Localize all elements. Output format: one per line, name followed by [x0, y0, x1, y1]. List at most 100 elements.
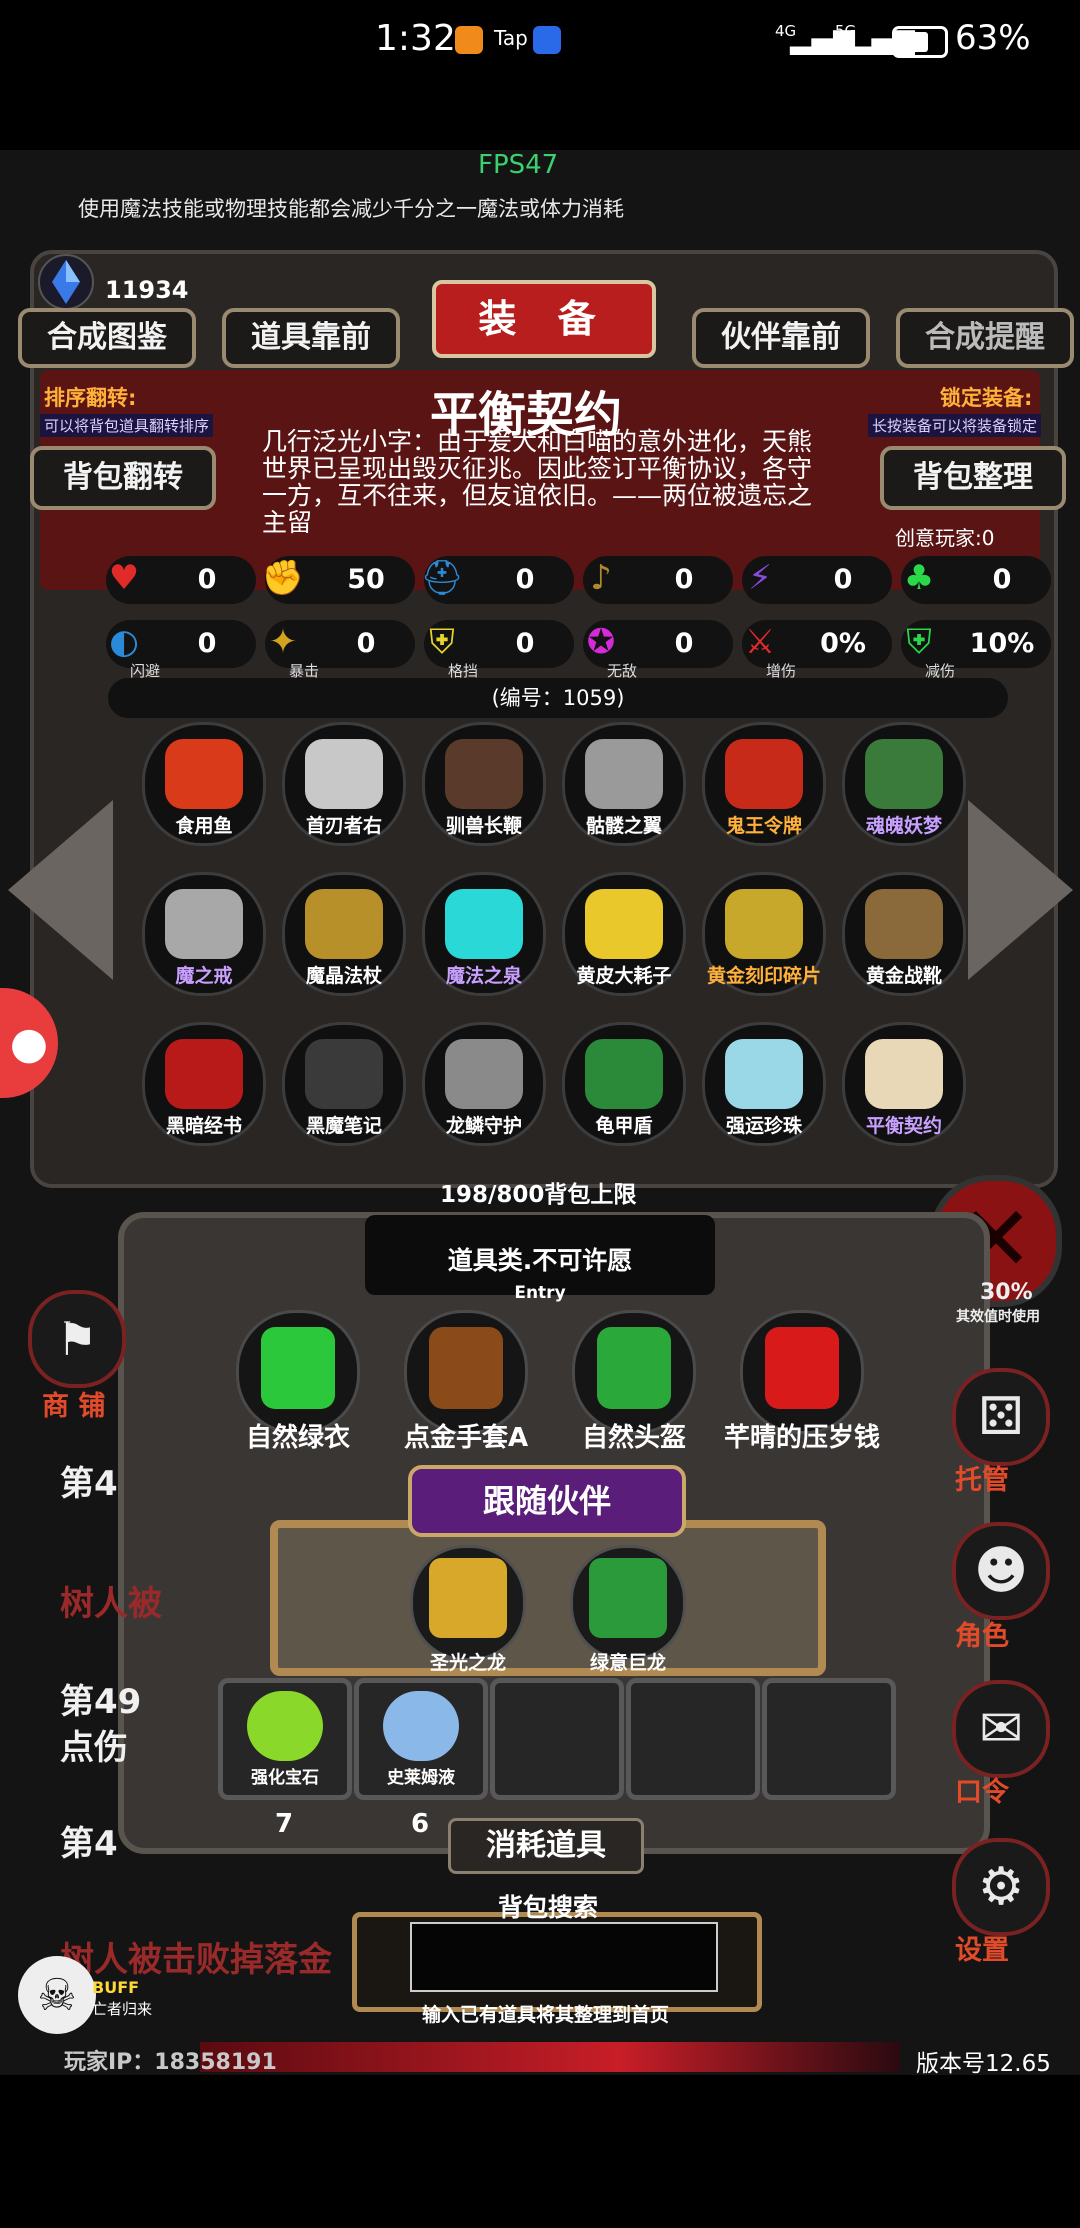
equipment-name: 黄皮大耗子	[576, 965, 672, 987]
lock-desc: 长按装备可以将装备锁定	[868, 414, 1042, 437]
equipment-slot[interactable]: 鬼王令牌	[702, 722, 826, 846]
bag-item-art	[429, 1327, 503, 1409]
stat-value: 50	[347, 564, 385, 595]
equipment-art	[585, 1039, 663, 1109]
equipment-name: 黄金刻印碎片	[706, 965, 821, 987]
equipment-art	[725, 739, 803, 809]
consumable-count: 6	[410, 1809, 430, 1839]
log-line: 第4	[60, 1464, 118, 1504]
creative-players: 创意玩家:0	[895, 526, 995, 550]
consumable-slot[interactable]	[762, 1678, 896, 1800]
version-label: 版本号12.65	[916, 2051, 1051, 2077]
equipment-name: 魂魄妖梦	[865, 815, 942, 837]
stat-box: ♣ 0	[901, 556, 1051, 604]
consumable-slot[interactable]: 史莱姆液 6	[354, 1678, 488, 1839]
equipment-name: 黑魔笔记	[305, 1115, 382, 1137]
equipment-name: 食用鱼	[175, 815, 233, 837]
next-page-arrow[interactable]	[968, 800, 1073, 980]
consumable-slot[interactable]	[626, 1678, 760, 1800]
skill-tip: 使用魔法技能或物理技能都会减少千分之一魔法或体力消耗	[78, 197, 624, 221]
synthesis-atlas-button[interactable]: 合成图鉴	[18, 308, 196, 368]
lute-icon: ♪	[590, 558, 612, 598]
equipment-slot[interactable]: 魂魄妖梦	[842, 722, 966, 846]
equipment-art	[865, 739, 943, 809]
log-line: 第4	[60, 1824, 118, 1864]
consumable-name: 强化宝石	[251, 1768, 319, 1788]
stat-box: ◐ 0 闪避	[106, 620, 256, 680]
items-front-button[interactable]: 道具靠前	[222, 308, 400, 368]
character-button[interactable]: ☻	[952, 1522, 1050, 1620]
equipment-slot[interactable]: 食用鱼	[142, 722, 266, 846]
timer-value: 30%	[980, 1280, 1033, 1305]
equipment-slot[interactable]: 平衡契约	[842, 1022, 966, 1146]
equipment-slot[interactable]: 骷髅之翼	[562, 722, 686, 846]
equipment-slot[interactable]: 龟甲盾	[562, 1022, 686, 1146]
stat-value: 0	[197, 564, 217, 595]
bag-item[interactable]: 自然绿衣	[236, 1310, 360, 1453]
equipment-art	[585, 739, 663, 809]
equipment-art	[165, 1039, 243, 1109]
equipment-slot[interactable]: 龙鳞守护	[422, 1022, 546, 1146]
stat-box: ♪ 0	[583, 556, 733, 604]
partners-front-button[interactable]: 伙伴靠前	[692, 308, 870, 368]
equipment-art	[865, 1039, 943, 1109]
stat-value: 0	[515, 564, 535, 595]
stat-value: 0	[197, 628, 217, 659]
log-line: 第49	[60, 1682, 142, 1722]
equipment-art	[305, 1039, 383, 1109]
equipment-name: 鬼王令牌	[725, 815, 802, 837]
equipment-slot[interactable]: 魔之戒	[142, 872, 266, 996]
equipment-art	[305, 889, 383, 959]
equipment-slot[interactable]: 驯兽长鞭	[422, 722, 546, 846]
bag-arrange-button[interactable]: 背包整理	[880, 446, 1066, 510]
bag-item[interactable]: 自然头盔	[572, 1310, 696, 1453]
bag-search-input[interactable]	[410, 1922, 718, 1992]
equipment-slot[interactable]: 黑魔笔记	[282, 1022, 406, 1146]
partner-banner: 跟随伙伴	[408, 1465, 686, 1537]
lightning-icon: ⚡	[748, 558, 772, 598]
stat-value: 0%	[820, 628, 866, 659]
entry-title: 道具类.不可许愿	[447, 1246, 633, 1275]
equipment-slot[interactable]: 黑暗经书	[142, 1022, 266, 1146]
partner-name: 绿意巨龙	[589, 1652, 666, 1674]
bag-item-name: 芊晴的压岁钱	[723, 1423, 880, 1453]
bag-item[interactable]: 芊晴的压岁钱	[724, 1310, 880, 1453]
strength-icon: ✊	[261, 558, 305, 598]
shop-icon: ⚑	[56, 1312, 98, 1366]
synthesis-reminder-button[interactable]: 合成提醒	[896, 308, 1074, 368]
equipment-slot[interactable]: 强运珍珠	[702, 1022, 826, 1146]
equipment-slot[interactable]: 首刃者右	[282, 722, 406, 846]
lock-label: 锁定装备:	[940, 386, 1033, 410]
battery-percent: 63%	[955, 18, 1031, 58]
equipment-slot[interactable]: 黄金刻印碎片	[702, 872, 826, 996]
code-label: 口令	[955, 1777, 1009, 1808]
settings-button[interactable]: ⚙	[952, 1838, 1050, 1936]
equipment-art	[165, 889, 243, 959]
bag-item[interactable]: 点金手套A	[404, 1310, 528, 1453]
equipment-slot[interactable]: 黄金战靴	[842, 872, 966, 996]
equipment-slot[interactable]: 黄皮大耗子	[562, 872, 686, 996]
code-button[interactable]: ✉	[952, 1680, 1050, 1778]
stat-box: ✊ 50	[262, 556, 415, 604]
stat-box: ♥ 0	[106, 556, 256, 604]
consumable-slot[interactable]	[490, 1678, 624, 1800]
shop-button[interactable]: ⚑	[28, 1290, 126, 1388]
consumable-art	[247, 1691, 323, 1761]
equipment-slot[interactable]: 魔法之泉	[422, 872, 546, 996]
equipment-name: 黄金战靴	[865, 965, 942, 987]
bag-item-art	[765, 1327, 839, 1409]
equipment-title: 装 备	[432, 280, 656, 358]
equipment-slot[interactable]: 魔晶法杖	[282, 872, 406, 996]
consumable-slot[interactable]: 强化宝石 7	[218, 1678, 352, 1839]
partner-slot[interactable]: 圣光之龙	[410, 1545, 526, 1674]
equipment-art	[725, 889, 803, 959]
auto-manage-button[interactable]: ⚄	[952, 1368, 1050, 1466]
bag-limit: 198/800背包上限	[440, 1182, 637, 1208]
prev-page-arrow[interactable]	[8, 800, 113, 980]
bag-flip-button[interactable]: 背包翻转	[30, 446, 216, 510]
equipment-art	[445, 1039, 523, 1109]
buff-icon[interactable]: ☠	[18, 1956, 96, 2034]
partner-slot[interactable]: 绿意巨龙	[570, 1545, 686, 1674]
status-time: 1:32	[375, 18, 456, 59]
tap-badge: Tap	[494, 26, 528, 50]
